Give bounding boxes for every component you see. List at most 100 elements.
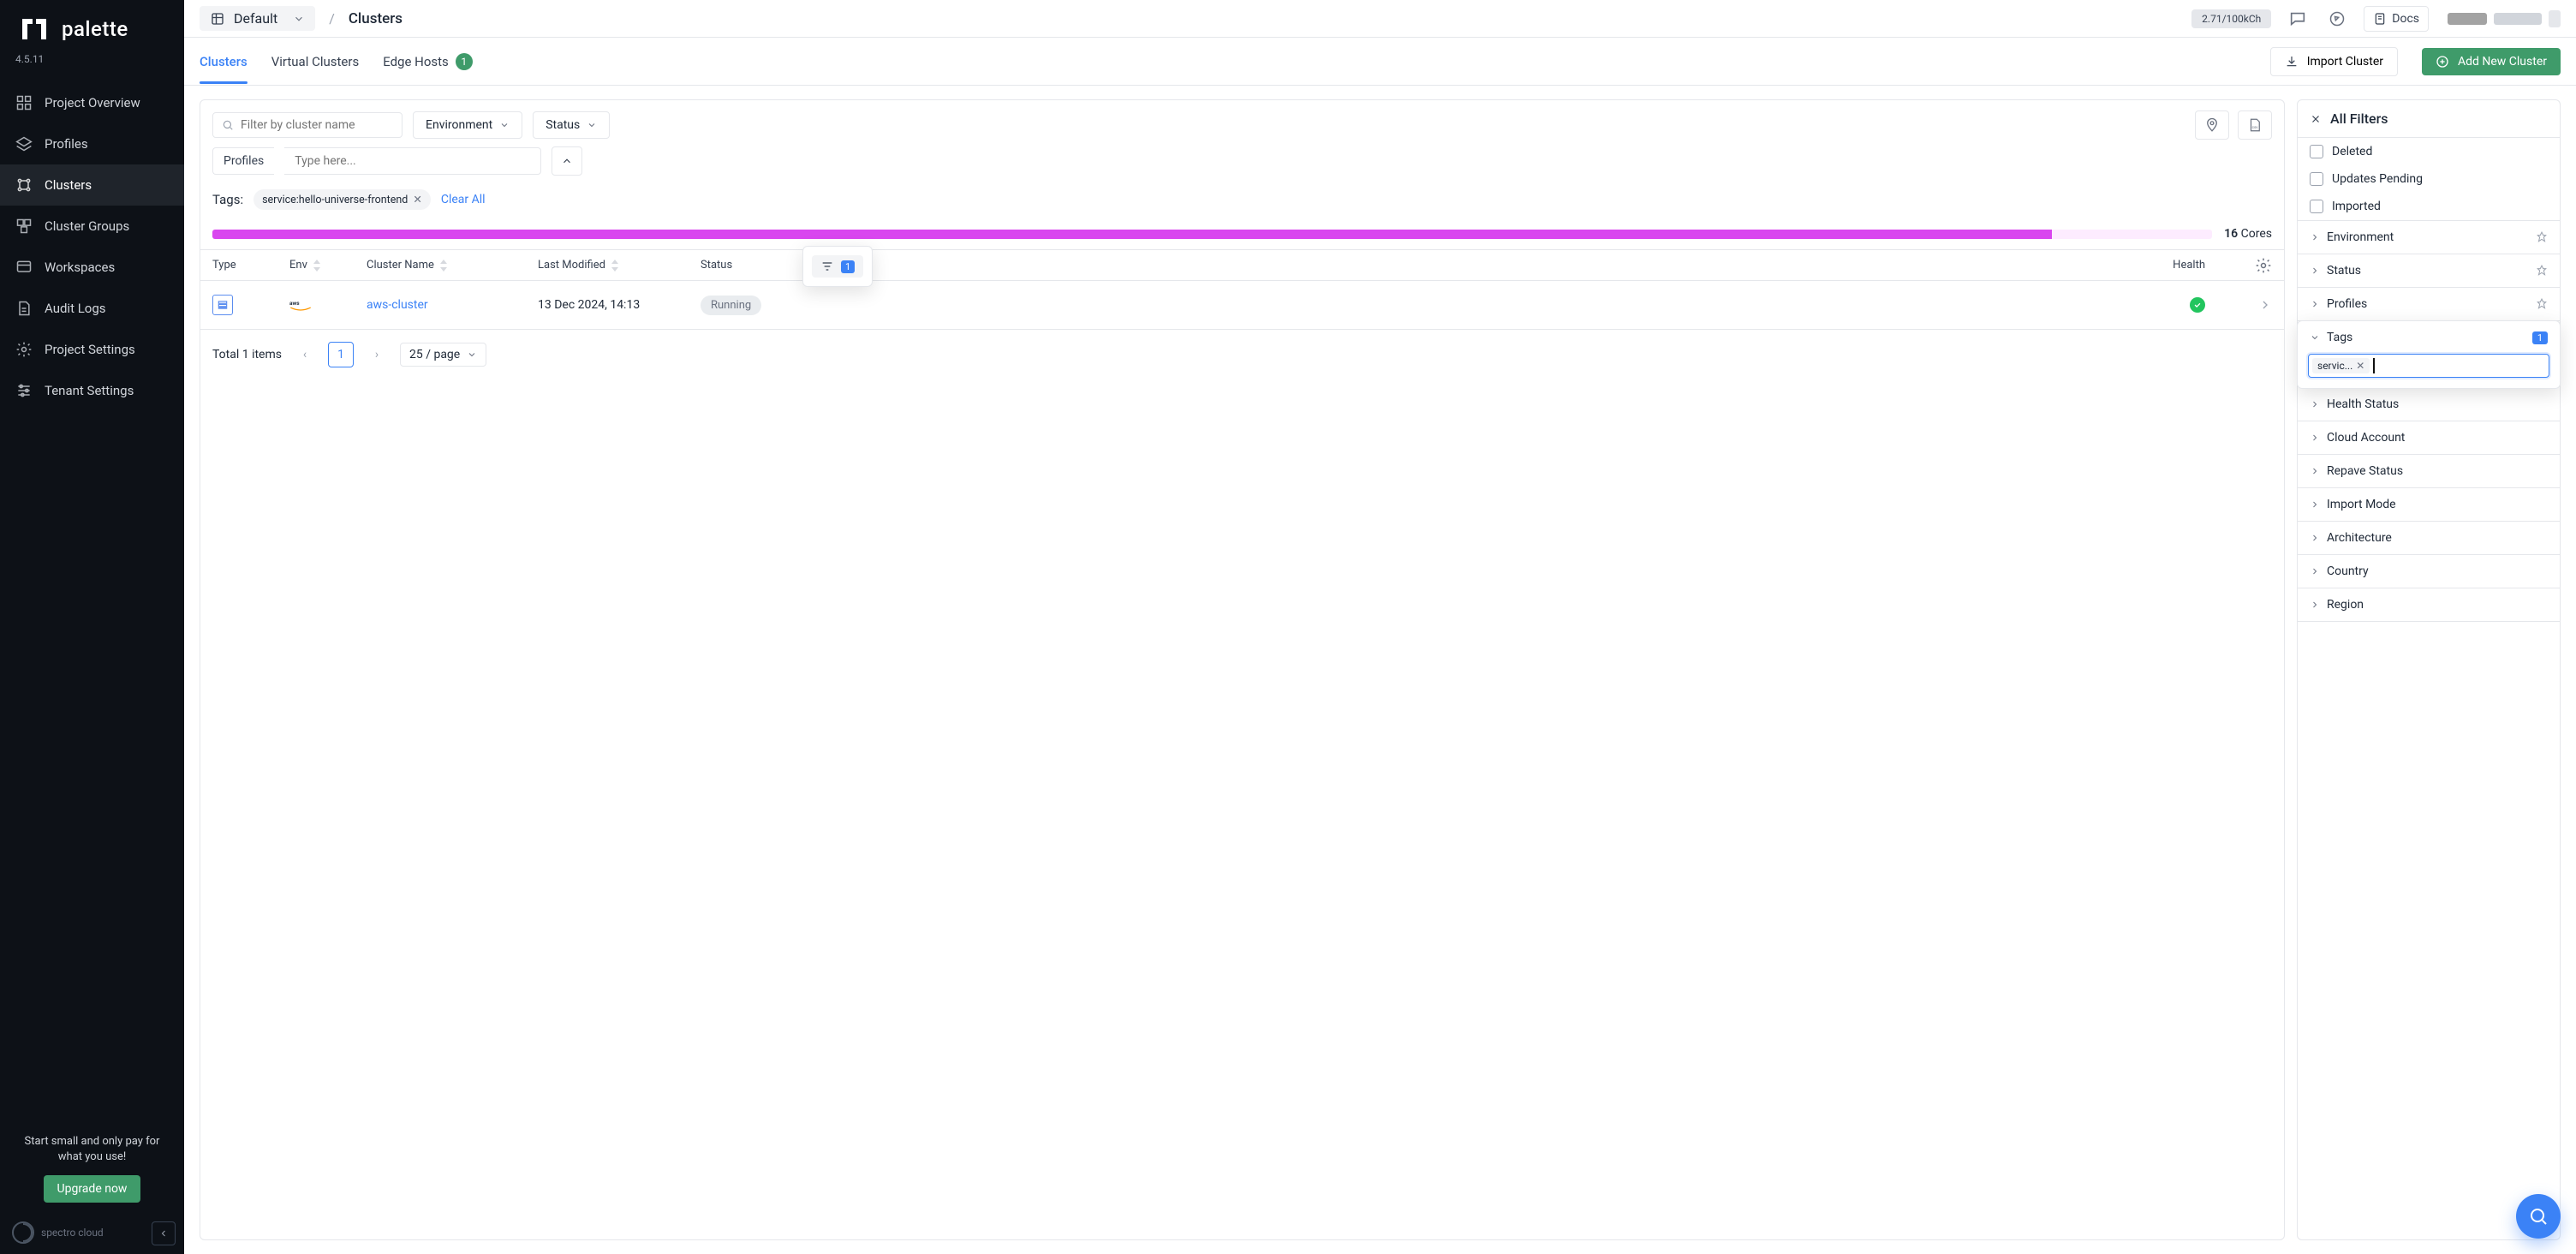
- layers-icon: [15, 135, 33, 152]
- table-row[interactable]: aws aws-cluster 13 Dec 2024, 14:13 Runni…: [200, 281, 2284, 330]
- capacity-bar-fill: [212, 230, 2052, 239]
- sidebar-item-label: Project Overview: [45, 95, 140, 110]
- quick-filter-deleted[interactable]: Deleted: [2298, 138, 2560, 165]
- project-picker-label: Default: [234, 10, 277, 27]
- chevron-right-icon: [2310, 399, 2320, 409]
- capacity-bar: [212, 230, 2212, 239]
- sidebar-item-audit-logs[interactable]: Audit Logs: [0, 288, 184, 329]
- project-picker[interactable]: Default: [200, 6, 315, 31]
- help-fab[interactable]: [2516, 1194, 2561, 1239]
- profiles-filter-input[interactable]: [284, 147, 541, 175]
- export-csv-button[interactable]: csv: [2238, 110, 2272, 140]
- row-expand-button[interactable]: [2258, 298, 2272, 312]
- remove-tag-button[interactable]: ✕: [413, 193, 421, 206]
- tab-edge-hosts[interactable]: Edge Hosts 1: [383, 39, 473, 84]
- checkbox[interactable]: [2310, 172, 2323, 186]
- column-settings-button[interactable]: [2255, 257, 2275, 278]
- filter-section-header[interactable]: Environment: [2298, 221, 2560, 254]
- remove-selected-tag[interactable]: ✕: [2356, 360, 2364, 372]
- capacity-unit: Cores: [2241, 227, 2272, 241]
- sidebar-item-workspaces[interactable]: Workspaces: [0, 247, 184, 288]
- environment-filter[interactable]: Environment: [413, 111, 522, 139]
- filter-count-toggle[interactable]: 1: [812, 255, 863, 278]
- filter-section-header[interactable]: Region: [2298, 588, 2560, 621]
- status-badge: Running: [701, 296, 761, 315]
- content-area: 1 Environment Status: [184, 86, 2576, 1254]
- sidebar-item-tenant-settings[interactable]: Tenant Settings: [0, 370, 184, 411]
- pin-icon[interactable]: [2536, 231, 2548, 243]
- workspaces-icon: [15, 259, 33, 276]
- next-page-button[interactable]: ›: [366, 348, 388, 361]
- th-env[interactable]: Env: [289, 259, 367, 272]
- pin-icon[interactable]: [2536, 265, 2548, 277]
- add-cluster-button[interactable]: Add New Cluster: [2422, 48, 2561, 75]
- quick-filter-imported[interactable]: Imported: [2298, 193, 2560, 220]
- quick-filter-updates-pending[interactable]: Updates Pending: [2298, 165, 2560, 193]
- collapse-filters-button[interactable]: [552, 146, 582, 176]
- pin-icon[interactable]: [2536, 298, 2548, 310]
- map-pin-icon: [2204, 117, 2220, 133]
- collapse-sidebar-button[interactable]: [152, 1221, 176, 1245]
- tags-input-caret[interactable]: [2373, 358, 2375, 373]
- filter-section-header[interactable]: Repave Status: [2298, 455, 2560, 487]
- filter-section-cloud-account: Cloud Account: [2298, 421, 2560, 455]
- filter-section-header[interactable]: Profiles: [2298, 288, 2560, 320]
- search-input-wrap[interactable]: [212, 112, 402, 138]
- brand-version: 4.5.11: [0, 53, 184, 75]
- filter-section-health-status: Health Status: [2298, 388, 2560, 421]
- upgrade-button[interactable]: Upgrade now: [44, 1175, 141, 1203]
- docs-button[interactable]: Docs: [2364, 6, 2429, 32]
- sidebar-item-project-settings[interactable]: Project Settings: [0, 329, 184, 370]
- chevron-down-icon: [293, 13, 305, 25]
- cell-health: [863, 297, 2231, 313]
- sidebar-item-clusters[interactable]: Clusters: [0, 164, 184, 206]
- compass-icon[interactable]: [2324, 6, 2350, 32]
- page-size-select[interactable]: 25 / page: [400, 343, 486, 367]
- tab-clusters[interactable]: Clusters: [200, 40, 247, 83]
- search-icon: [2528, 1206, 2549, 1227]
- chevron-down-icon: [499, 120, 510, 130]
- page-number-current[interactable]: 1: [328, 342, 354, 367]
- active-tag-chip: service:hello-universe-frontend ✕: [253, 189, 431, 210]
- tab-badge: 1: [456, 53, 473, 70]
- clear-all-filters-link[interactable]: Clear All: [441, 193, 486, 206]
- filter-section-header[interactable]: Health Status: [2298, 388, 2560, 421]
- checkbox[interactable]: [2310, 200, 2323, 213]
- filter-section-label: Import Mode: [2327, 498, 2396, 511]
- import-cluster-button[interactable]: Import Cluster: [2270, 47, 2398, 76]
- brand-logo-mark: [15, 10, 53, 48]
- chevron-right-icon: [2310, 299, 2320, 309]
- tab-virtual-clusters[interactable]: Virtual Clusters: [271, 40, 359, 83]
- filter-section-header[interactable]: Country: [2298, 555, 2560, 588]
- cluster-name-link[interactable]: aws-cluster: [367, 298, 428, 312]
- th-type: Type: [212, 259, 289, 272]
- filter-section-header[interactable]: Import Mode: [2298, 488, 2560, 521]
- filter-section-header[interactable]: Status: [2298, 254, 2560, 287]
- chat-icon[interactable]: [2285, 6, 2311, 32]
- search-input[interactable]: [241, 118, 393, 132]
- sidebar-item-profiles[interactable]: Profiles: [0, 123, 184, 164]
- tags-multi-select[interactable]: servic... ✕: [2308, 354, 2549, 378]
- sidebar-item-cluster-groups[interactable]: Cluster Groups: [0, 206, 184, 247]
- filter-section-header[interactable]: Tags 1: [2298, 321, 2560, 354]
- checkbox[interactable]: [2310, 145, 2323, 158]
- status-label: Status: [546, 118, 580, 132]
- sidebar-item-label: Workspaces: [45, 260, 115, 275]
- environment-label: Environment: [426, 118, 492, 132]
- filter-section-profiles: Profiles: [2298, 288, 2560, 321]
- th-cluster-name[interactable]: Cluster Name: [367, 259, 538, 272]
- pagination: Total 1 items ‹ 1 › 25 / page: [200, 330, 2284, 379]
- filter-section-header[interactable]: Cloud Account: [2298, 421, 2560, 454]
- status-filter[interactable]: Status: [533, 111, 610, 139]
- gear-icon: [2255, 257, 2272, 274]
- main-area: Default / Clusters 2.71/100kCh Docs: [184, 0, 2576, 1254]
- filter-section-label: Status: [2327, 264, 2361, 278]
- map-view-button[interactable]: [2195, 110, 2229, 140]
- close-filters-button[interactable]: [2310, 113, 2322, 125]
- sort-icon: [439, 260, 448, 272]
- filter-section-header[interactable]: Architecture: [2298, 522, 2560, 554]
- cell-name: aws-cluster: [367, 298, 538, 312]
- th-last-modified[interactable]: Last Modified: [538, 259, 701, 272]
- sidebar-item-project-overview[interactable]: Project Overview: [0, 82, 184, 123]
- prev-page-button[interactable]: ‹: [294, 348, 316, 361]
